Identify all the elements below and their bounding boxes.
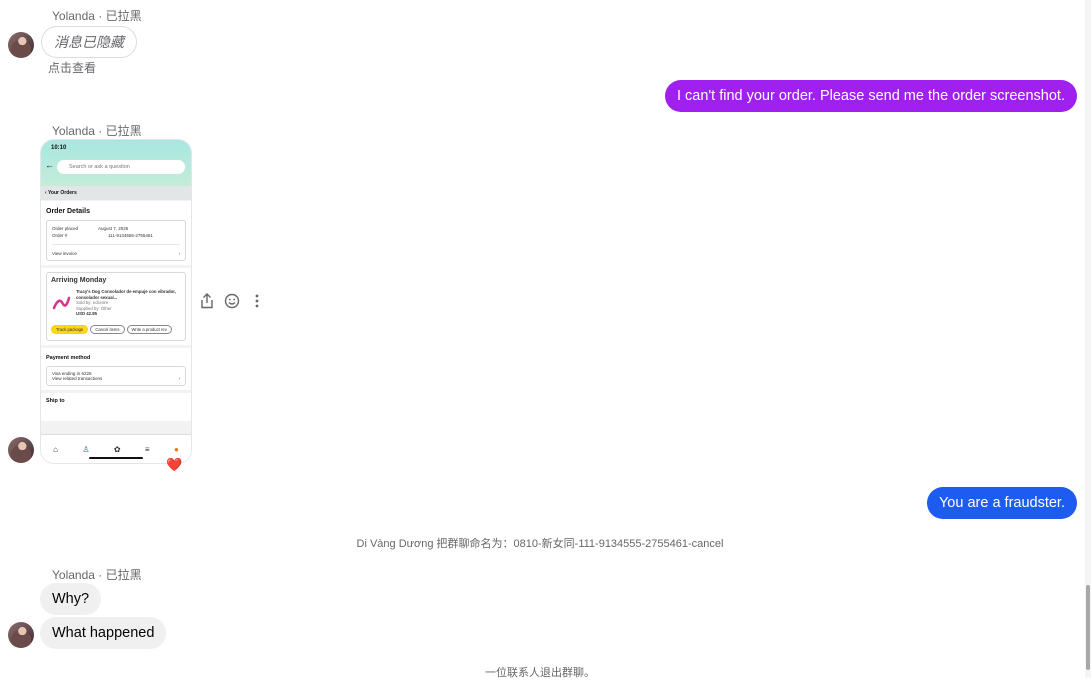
write-review-button: Write a product rev [126,324,172,334]
product-thumbnail [51,289,71,315]
incoming-message[interactable]: Why? [40,583,102,615]
system-message-rename: Di Vàng Dương 把群聊命名为：0810-新女同-111-913455… [356,538,724,550]
back-arrow-icon: ← [45,160,54,170]
chevron-right-icon: › [178,375,181,381]
status-time: 10:10 [51,145,67,151]
order-placed-value: August 7, 2025 [98,226,129,231]
ship-to-title: Ship to [46,397,65,404]
deals-icon: ✿ [113,444,121,454]
avatar[interactable] [8,437,34,463]
product-price: USD 42.85 [76,311,98,316]
incoming-message[interactable]: What happened [40,617,167,649]
more-icon[interactable] [248,292,266,310]
sender-label: Yolanda · 已拉黑 [52,124,142,138]
share-icon[interactable] [198,292,216,310]
avatar[interactable] [8,32,34,58]
order-placed-label: Order placed [52,226,79,231]
assistant-icon: ● [173,444,179,454]
search-field: Search or ask a question [57,160,185,174]
scrollbar-thumb[interactable] [1086,585,1090,670]
home-icon: ⌂ [53,444,59,454]
track-package-button: Track package [51,324,89,334]
cancel-items-button: Cancel items [90,324,125,334]
view-transactions: View related transactions [52,375,103,381]
account-icon: ♙ [82,444,90,454]
menu-icon: ≡ [144,444,150,454]
emoji-icon[interactable] [223,292,241,310]
outgoing-message[interactable]: You are a fraudster. [926,487,1077,519]
order-number-value: 111-9134555-2755461 [108,233,153,238]
order-number-label: Order # [52,233,68,238]
hidden-message-bubble[interactable]: 消息已隐藏 [41,26,137,58]
heart-reaction-icon[interactable]: ❤️ [166,457,182,473]
home-indicator [89,457,143,459]
outgoing-message[interactable]: I can't find your order. Please send me … [664,80,1077,112]
breadcrumb: ‹ Your Orders [41,186,191,200]
arriving-title: Arriving Monday [51,277,107,284]
view-invoice: View invoice [52,251,77,256]
view-hidden-link[interactable]: 点击查看 [48,59,96,76]
chevron-right-icon: › [178,251,181,256]
avatar[interactable] [8,622,34,648]
sender-label: Yolanda · 已拉黑 [52,9,142,23]
order-details-title: Order Details [46,208,90,215]
sender-label: Yolanda · 已拉黑 [52,568,142,582]
scrollbar-track[interactable] [1085,0,1091,678]
order-screenshot-image[interactable]: 10:10 ← Search or ask a question ‹ Your … [40,139,192,464]
product-title: Tracy's Dog Consolador de empuje con vib… [76,289,176,300]
payment-method-title: Payment method [46,354,91,361]
